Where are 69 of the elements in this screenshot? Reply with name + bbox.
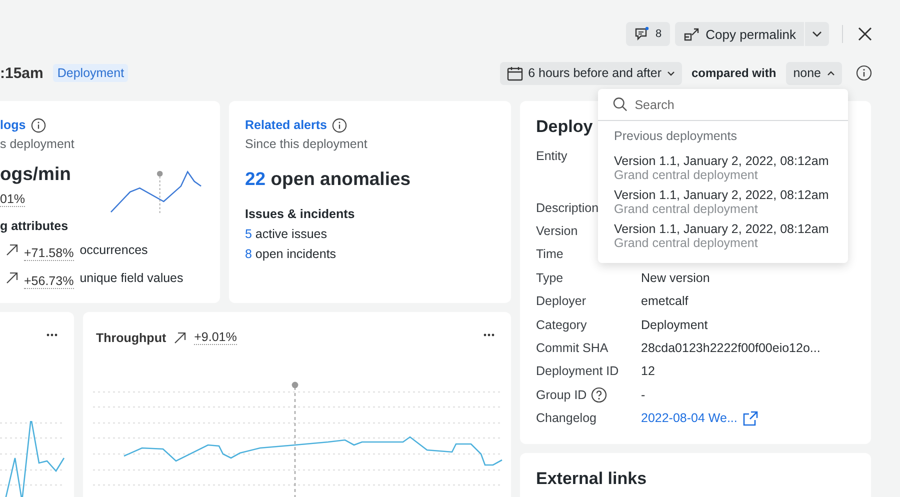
field-label: Deployer [536,294,586,308]
close-button[interactable] [856,25,874,43]
external-link-icon[interactable] [743,410,758,426]
close-icon [858,27,872,41]
more-icon[interactable] [46,333,58,337]
chevron-down-icon [666,70,674,76]
chevron-down-icon [812,31,822,37]
section-heading: g attributes [0,219,70,233]
field-value: Deployment [641,318,708,332]
card-title: Deploy [536,117,593,138]
attribute-label: unique field values [80,271,184,285]
search-field[interactable]: Search [632,94,833,116]
arrow-up-right-icon [6,272,18,284]
card-subtitle: s deployment [0,137,76,151]
time-range-dropdown[interactable]: 6 hours before and after [500,62,682,84]
calendar-icon [507,66,524,80]
copy-permalink-button[interactable]: Copy permalink [674,22,804,46]
field-label: Commit SHA [536,341,608,356]
compared-with-label: compared with [692,66,776,80]
menu-section-heading: Previous deployments [613,128,738,145]
arrow-up-right-icon [174,332,186,344]
more-options-button[interactable] [805,22,829,46]
card-subtitle: Since this deployment [245,137,368,151]
field-value: 12 [641,364,655,378]
attribute-label: occurrences [80,243,148,257]
rate-change: 01% [0,192,26,207]
issue-link[interactable]: 8 open incidents [245,247,495,261]
logs-rate: ogs/min [0,163,71,185]
field-label: Type [536,270,564,285]
comparison-dropdown[interactable]: none [786,62,842,84]
logs-link[interactable]: logs [0,118,26,132]
field-label: Category [536,318,587,332]
deployment-tag: Deployment [53,64,128,82]
chart-title: Throughput [96,330,166,344]
info-icon[interactable] [332,118,347,132]
field-value: - [641,388,646,402]
chat-icon [634,26,650,42]
comments-button[interactable]: 8 [626,22,670,46]
deployment-option[interactable]: Version 1.1, January 2, 2022, 08:12am Grand central deployment [598,185,848,219]
field-value: emetcalf [641,294,688,308]
field-value: 28cda0123h2222f00f00eio12o... [641,341,820,356]
field-label: Version [536,224,578,238]
field-label: Changelog [536,411,596,426]
more-icon[interactable] [483,333,495,337]
deployment-time: :15am [0,64,44,82]
field-label: Deployment ID [536,364,619,378]
arrow-up-right-icon [6,244,18,256]
changelog-link[interactable]: 2022-08-04 We... [641,411,738,426]
share-icon [682,26,700,42]
field-label: Entity [536,149,568,163]
help-icon[interactable] [590,386,607,403]
anomalies-count: 22 open anomalies [245,168,412,190]
search-icon [613,97,628,112]
field-value: New version [641,270,710,285]
field-label: Group ID [536,388,587,402]
field-label: Time [536,247,564,262]
card-title: External links [536,469,647,490]
info-icon[interactable] [856,65,872,81]
throughput-change: +9.01% [194,330,237,345]
chevron-up-icon [827,70,835,76]
attribute-change: +71.58% [24,246,74,261]
section-heading: Issues & incidents [245,207,356,221]
field-label: Description [536,200,599,215]
deployment-option[interactable]: Version 1.1, January 2, 2022, 08:12am Grand central deployment [598,151,848,185]
related-alerts-link[interactable]: Related alerts [245,118,327,132]
issue-link[interactable]: 5 active issues [245,227,495,241]
attribute-change: +56.73% [24,274,74,289]
deployment-option[interactable]: Version 1.1, January 2, 2022, 08:12am Grand central deployment [598,219,848,253]
info-icon[interactable] [30,118,46,132]
